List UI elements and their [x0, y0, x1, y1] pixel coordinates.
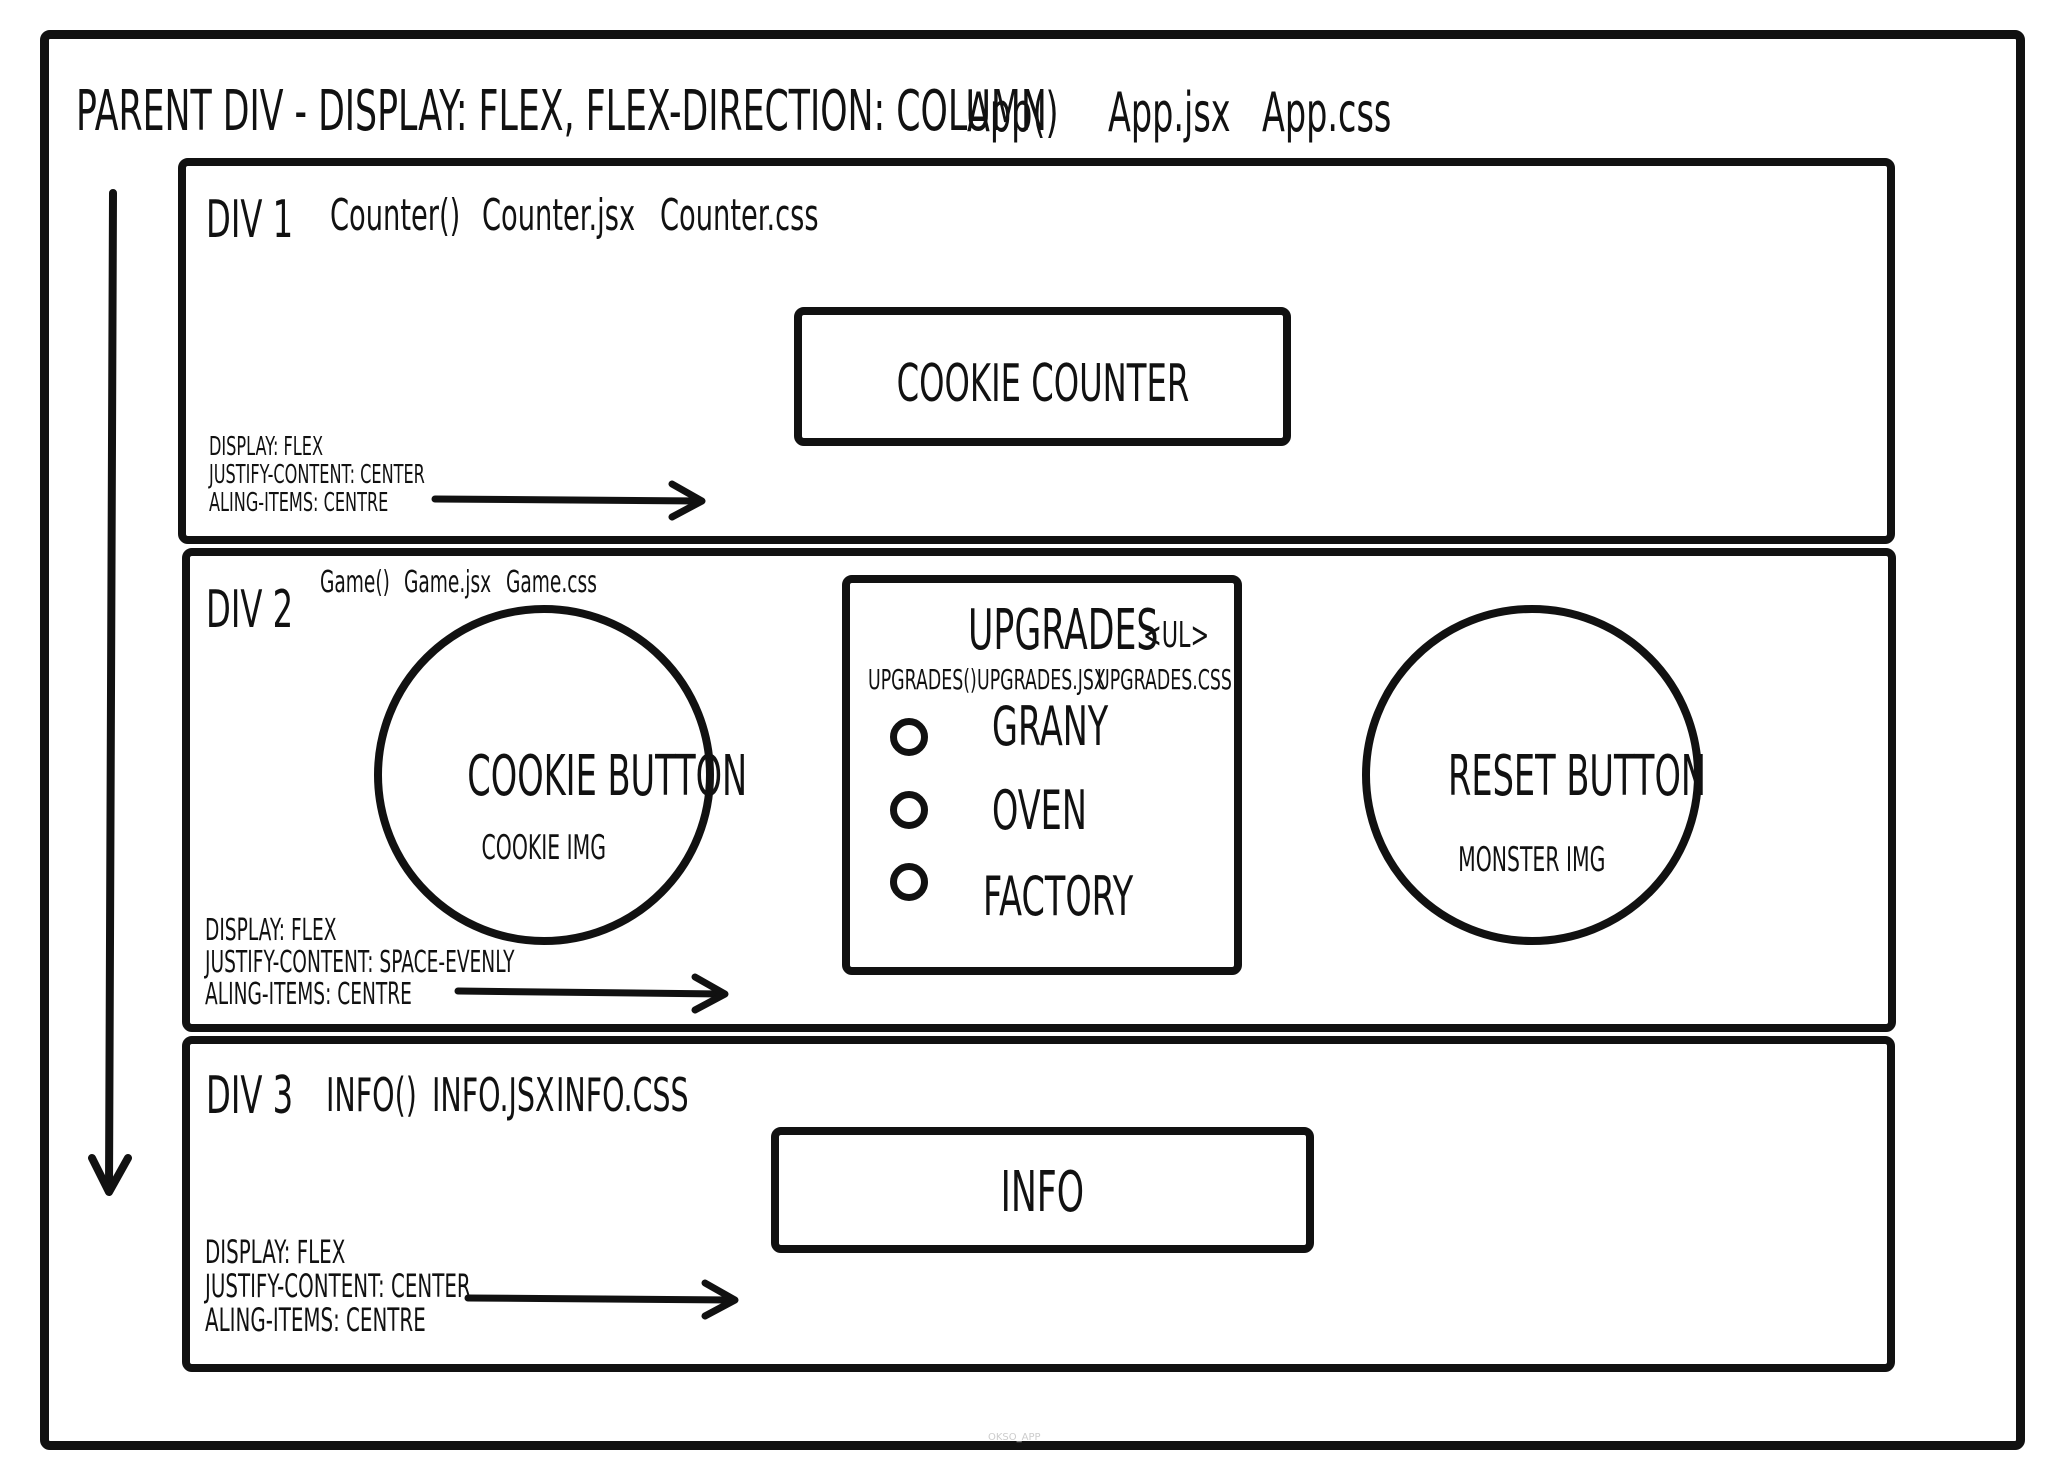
- div3-row-arrow: [464, 1279, 739, 1320]
- column-direction-arrow: [88, 189, 132, 1196]
- watermark: OKSO_APP: [988, 1432, 1041, 1443]
- div2-row-arrow: [454, 973, 729, 1014]
- div1-row-arrow: [431, 480, 706, 521]
- arrows-layer: [88, 189, 739, 1320]
